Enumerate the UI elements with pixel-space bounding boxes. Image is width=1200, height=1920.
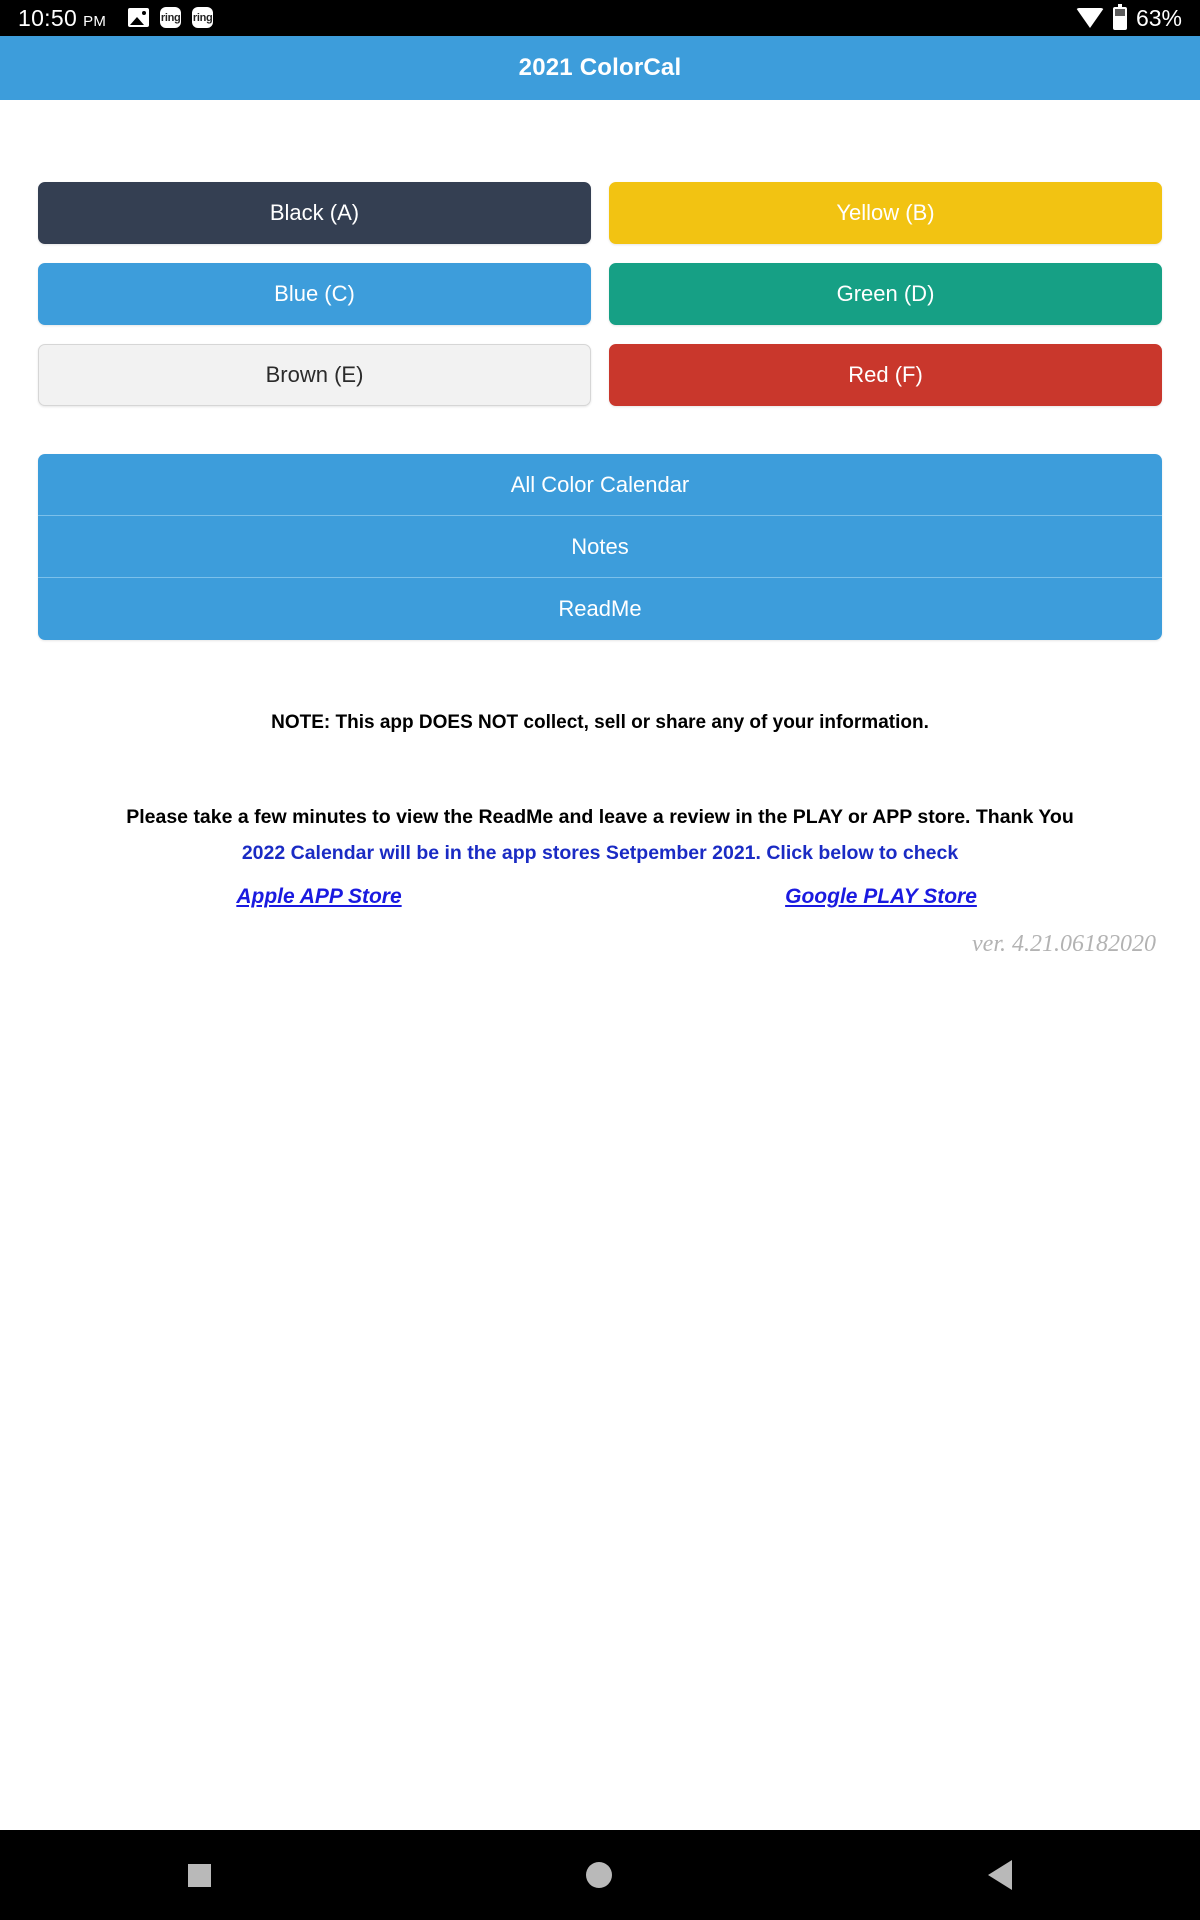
app-bar: 2021 ColorCal <box>0 36 1200 100</box>
ring-icon: ring <box>192 7 214 28</box>
back-triangle-icon[interactable] <box>988 1860 1013 1890</box>
square-icon[interactable] <box>187 1863 211 1887</box>
color-button-blue[interactable]: Blue (C) <box>38 263 591 325</box>
wifi-icon <box>1075 8 1104 28</box>
menu-item-all-color-calendar[interactable]: All Color Calendar <box>38 454 1162 516</box>
store-links-row: Apple APP Store Google PLAY Store <box>38 885 1162 909</box>
google-play-store-link[interactable]: Google PLAY Store <box>600 885 1162 909</box>
battery-icon <box>1112 3 1127 30</box>
status-bar-left: 10:50 PM ring ring <box>18 5 214 31</box>
promo-line-review: Please take a few minutes to view the Re… <box>126 806 1074 828</box>
app-screen: 10:50 PM ring ring 63% 2021 ColorCal Bla… <box>0 0 1200 1920</box>
color-button-black[interactable]: Black (A) <box>38 182 591 244</box>
color-button-brown[interactable]: Brown (E) <box>38 344 591 406</box>
color-button-yellow[interactable]: Yellow (B) <box>609 182 1162 244</box>
status-bar-right: 63% <box>1075 3 1182 31</box>
top-spacer <box>38 100 1162 182</box>
version-label: ver. 4.21.06182020 <box>972 931 1156 957</box>
privacy-note: NOTE: This app DOES NOT collect, sell or… <box>271 712 929 733</box>
apple-app-store-link[interactable]: Apple APP Store <box>38 885 600 909</box>
menu-list: All Color Calendar Notes ReadMe <box>38 454 1162 640</box>
android-nav-bar <box>0 1830 1200 1920</box>
menu-item-readme[interactable]: ReadMe <box>38 578 1162 640</box>
color-button-red[interactable]: Red (F) <box>609 344 1162 406</box>
status-time-ampm: PM <box>83 13 107 30</box>
status-time: 10:50 <box>18 5 78 31</box>
battery-percent-label: 63% <box>1135 4 1182 31</box>
promo-block: Please take a few minutes to view the Re… <box>38 806 1162 865</box>
color-button-grid: Black (A) Yellow (B) Blue (C) Green (D) … <box>38 182 1162 406</box>
page-title: 2021 ColorCal <box>518 54 682 81</box>
menu-item-notes[interactable]: Notes <box>38 516 1162 578</box>
status-bar: 10:50 PM ring ring 63% <box>0 0 1200 36</box>
main-content: Black (A) Yellow (B) Blue (C) Green (D) … <box>0 100 1200 1830</box>
color-button-green[interactable]: Green (D) <box>609 263 1162 325</box>
promo-line-2022-calendar: 2022 Calendar will be in the app stores … <box>241 842 959 864</box>
status-notification-icons: ring ring <box>128 7 214 28</box>
circle-icon[interactable] <box>586 1862 613 1888</box>
ring-icon: ring <box>160 7 182 28</box>
image-icon <box>128 8 150 27</box>
